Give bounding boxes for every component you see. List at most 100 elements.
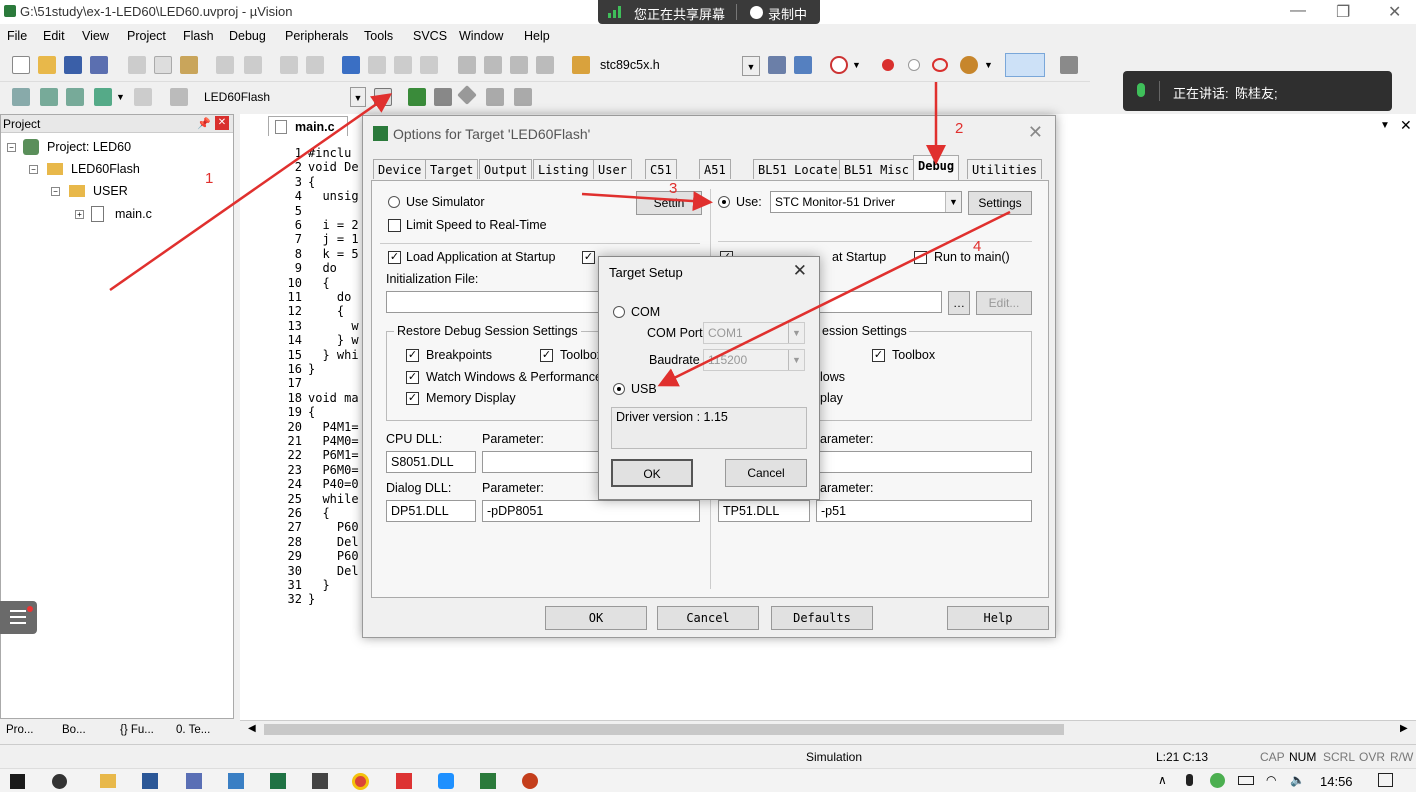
com-radio[interactable] (613, 306, 625, 318)
breakpoint-kill-icon[interactable] (932, 58, 948, 72)
scroll-right-icon[interactable]: ▶ (1400, 723, 1408, 734)
dialog-dll-right-input[interactable]: TP51.DLL (718, 500, 810, 522)
wifi-icon[interactable]: ◠ (1266, 773, 1276, 787)
taskbar-app-icon[interactable] (228, 773, 244, 789)
menu-view[interactable]: View (82, 29, 109, 43)
tab-device[interactable]: Device (373, 159, 427, 179)
configure-dropdown-icon[interactable]: ▼ (984, 60, 993, 70)
bookmark-prev-icon[interactable] (368, 56, 386, 74)
load-icon[interactable] (170, 88, 188, 106)
init-file-right-input[interactable] (818, 291, 942, 313)
recording-status[interactable]: 录制中 (768, 4, 807, 23)
driver-select[interactable]: STC Monitor-51 Driver ▼ (770, 191, 962, 213)
pack-installer-icon[interactable] (514, 88, 532, 106)
comment-icon[interactable] (510, 56, 528, 74)
keil-icon[interactable] (480, 773, 496, 789)
save-all-icon[interactable] (90, 56, 108, 74)
tab-list-icon[interactable]: ▼ (1380, 120, 1390, 131)
baudrate-select[interactable]: 115200 ▼ (703, 349, 805, 371)
options-help-button[interactable]: Help (947, 606, 1049, 630)
breakpoints-checkbox[interactable]: ✓ (406, 349, 419, 362)
target-setup-ok-button[interactable]: OK (611, 459, 693, 487)
chevron-down-icon[interactable]: ▼ (788, 350, 804, 370)
menu-edit[interactable]: Edit (43, 29, 65, 43)
tree-collapse-icon[interactable]: − (51, 187, 60, 196)
dialog-dll-input[interactable]: DP51.DLL (386, 500, 476, 522)
tab-target[interactable]: Target (425, 159, 479, 179)
editor-close-icon[interactable]: ✕ (1400, 117, 1412, 134)
taskbar-clock[interactable]: 14:56 (1320, 774, 1353, 789)
tray-app-icon[interactable] (1210, 773, 1225, 788)
taskbar-app-icon[interactable] (396, 773, 412, 789)
select-packs-icon[interactable] (434, 88, 452, 106)
scroll-thumb[interactable] (264, 724, 1064, 735)
taskbar-app-icon[interactable] (438, 773, 454, 789)
tab-a51[interactable]: A51 (699, 159, 731, 179)
paste-icon[interactable] (180, 56, 198, 74)
tree-group[interactable]: USER (93, 184, 128, 198)
save-icon[interactable] (64, 56, 82, 74)
batch-dropdown-icon[interactable]: ▼ (116, 92, 125, 102)
menu-flash[interactable]: Flash (183, 29, 214, 43)
use-simulator-radio[interactable] (388, 196, 400, 208)
driver-settings-button[interactable]: Settings (968, 191, 1032, 215)
target-options-icon[interactable] (374, 88, 392, 106)
bookmark-next-icon[interactable] (394, 56, 412, 74)
chevron-down-icon[interactable]: ▼ (945, 192, 961, 212)
notification-icon[interactable] (1378, 773, 1393, 787)
target-select[interactable]: LED60Flash ▼ (200, 87, 366, 109)
battery-icon[interactable] (1238, 776, 1254, 785)
tab-project[interactable]: Pro... (6, 724, 33, 736)
pin-icon[interactable]: 📌 (197, 117, 211, 130)
word-icon[interactable] (142, 773, 158, 789)
run-to-main-checkbox[interactable]: ✓ (582, 251, 595, 264)
volume-icon[interactable]: 🔈 (1290, 773, 1305, 787)
powerpoint-icon[interactable] (522, 773, 538, 789)
nav-back-icon[interactable] (280, 56, 298, 74)
tab-debug[interactable]: Debug (913, 155, 960, 180)
chrome-icon[interactable] (352, 773, 369, 790)
menu-debug[interactable]: Debug (229, 29, 266, 43)
options-cancel-button[interactable]: Cancel (657, 606, 759, 630)
tree-collapse-icon[interactable]: − (7, 143, 16, 152)
tab-bl51-locate[interactable]: BL51 Locate (753, 159, 843, 179)
memory-display-checkbox[interactable]: ✓ (406, 392, 419, 405)
cut-icon[interactable] (128, 56, 146, 74)
tree-project[interactable]: Project: LED60 (47, 140, 131, 154)
batch-build-icon[interactable] (94, 88, 112, 106)
windows-start-icon[interactable] (10, 774, 25, 789)
tree-file[interactable]: main.c (115, 207, 152, 221)
tab-bl51-misc[interactable]: BL51 Misc (839, 159, 915, 179)
find-icon[interactable] (768, 56, 786, 74)
tray-chevron-icon[interactable]: ∧ (1158, 773, 1167, 787)
close-icon[interactable]: ✕ (793, 261, 807, 281)
taskbar-app-icon[interactable] (52, 774, 67, 789)
tree-expand-icon[interactable]: + (75, 210, 84, 219)
menu-peripherals[interactable]: Peripherals (285, 29, 348, 43)
wrench-icon[interactable] (1060, 56, 1078, 74)
use-driver-radio[interactable] (718, 196, 730, 208)
uncomment-icon[interactable] (536, 56, 554, 74)
target-setup-cancel-button[interactable]: Cancel (725, 459, 807, 487)
event-recorder-icon[interactable] (486, 88, 504, 106)
breakpoint-icon[interactable] (882, 59, 894, 71)
panel-close-icon[interactable]: ✕ (215, 116, 229, 130)
init-file-input[interactable] (386, 291, 626, 313)
build-icon[interactable] (40, 88, 58, 106)
options-defaults-button[interactable]: Defaults (771, 606, 873, 630)
toolbox-checkbox[interactable]: ✓ (540, 349, 553, 362)
menu-tools[interactable]: Tools (364, 29, 393, 43)
manage-components-icon[interactable] (408, 88, 426, 106)
find-combo[interactable] (600, 55, 760, 77)
cpu-param-right-input[interactable] (818, 451, 1032, 473)
tab-user[interactable]: User (593, 159, 632, 179)
debug-start-icon[interactable] (830, 56, 848, 74)
tab-listing[interactable]: Listing (533, 159, 594, 179)
open-folder-icon[interactable] (38, 56, 56, 74)
excel-icon[interactable] (270, 773, 286, 789)
cpu-dll-input[interactable]: S8051.DLL (386, 451, 476, 473)
window-layout-icon[interactable] (1005, 53, 1045, 77)
taskbar-app-icon[interactable] (186, 773, 202, 789)
editor-tab-main[interactable]: main.c (268, 116, 348, 136)
undo-icon[interactable] (216, 56, 234, 74)
